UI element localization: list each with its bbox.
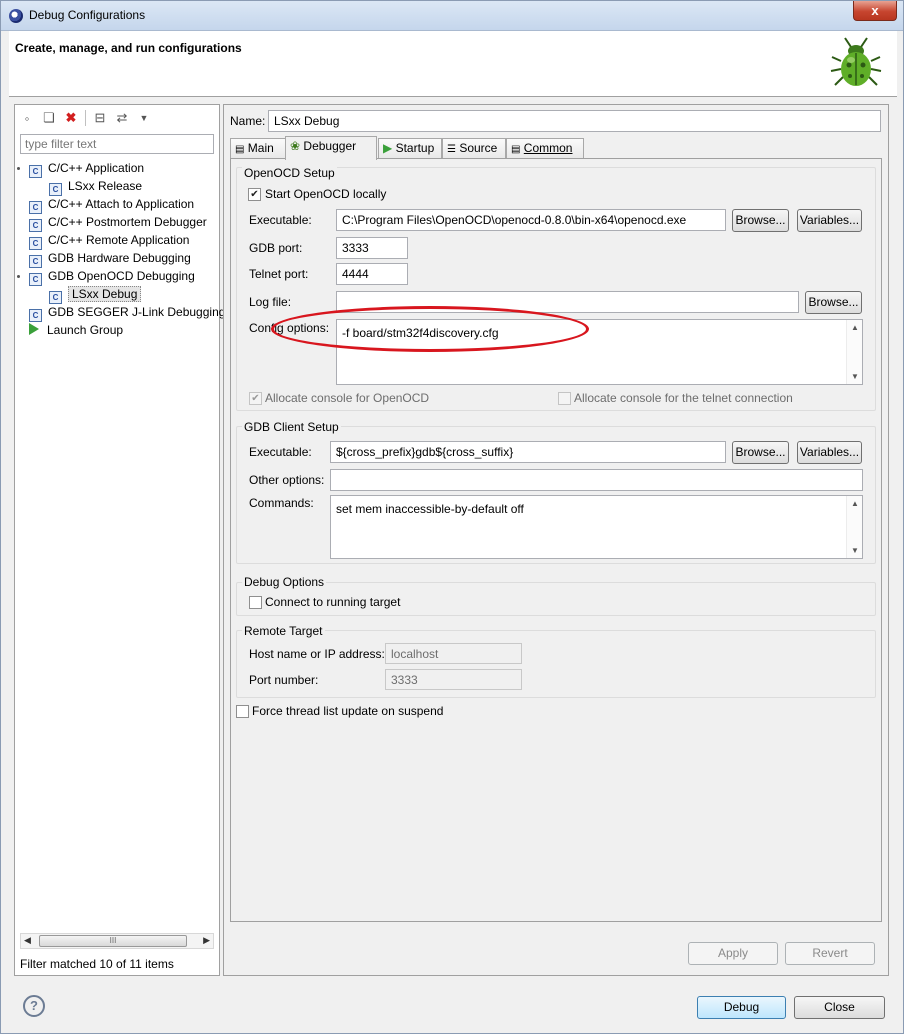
configurations-pane: ◦ ❏ ✖ ⊟ ⇄ ▼ type filter text C C/C++ Appl… (14, 104, 225, 976)
tree-item[interactable]: C GDB OpenOCD Debugging (15, 267, 219, 286)
tree-item[interactable]: C C/C++ Postmortem Debugger (15, 213, 219, 232)
tab-common[interactable]: ▤ Common (506, 138, 584, 159)
tree-item[interactable]: C GDB Hardware Debugging (15, 249, 219, 268)
gdb-variables-button[interactable]: Variables... (797, 441, 862, 464)
delete-icon[interactable]: ✖ (63, 110, 79, 126)
debug-options-title: Debug Options (242, 575, 327, 589)
scroll-left-arrow-icon[interactable]: ◀ (24, 935, 31, 946)
help-icon[interactable]: ? (23, 995, 45, 1017)
revert-button[interactable]: Revert (785, 942, 875, 965)
tab-debugger[interactable]: ❀ Debugger (285, 136, 377, 160)
allocate-console-checkbox[interactable]: ✔ (249, 392, 262, 405)
filter-status: Filter matched 10 of 11 items (20, 957, 174, 971)
filter-input[interactable]: type filter text (20, 134, 214, 154)
view-menu-chevron-down-icon[interactable]: ▼ (136, 110, 152, 126)
debug-configurations-window: Debug Configurations x Create, manage, a… (0, 0, 904, 1034)
scroll-right-arrow-icon[interactable]: ▶ (203, 935, 210, 946)
gdb-executable-input[interactable]: ${cross_prefix}gdb${cross_suffix} (330, 441, 726, 463)
openocd-browse-button[interactable]: Browse... (732, 209, 789, 232)
window-title: Debug Configurations (29, 8, 146, 22)
scroll-up-icon[interactable]: ▲ (851, 323, 859, 332)
eclipse-icon (9, 9, 23, 23)
start-openocd-label: Start OpenOCD locally (265, 187, 387, 201)
debug-button[interactable]: Debug (697, 996, 786, 1019)
tab-main[interactable]: ▤ Main (230, 138, 286, 159)
tree-item[interactable]: C C/C++ Attach to Application (15, 195, 219, 214)
remote-port-label: Port number: (249, 673, 319, 687)
openocd-executable-label: Executable: (249, 213, 312, 227)
configuration-editor: Name: LSxx Debug ▤ Main ❀ Debugger ▶ Sta… (223, 104, 889, 976)
horizontal-scrollbar[interactable]: ◀ III ▶ (20, 933, 214, 949)
commands-textarea[interactable]: set mem inaccessible-by-default off ▲ ▼ (330, 495, 863, 559)
allocate-telnet-label: Allocate console for the telnet connecti… (574, 391, 793, 405)
remote-port-input[interactable]: 3333 (385, 669, 522, 690)
gdb-port-input[interactable]: 3333 (336, 237, 408, 259)
host-label: Host name or IP address: (249, 647, 385, 661)
startup-tab-icon: ▶ (383, 141, 393, 155)
filter-icon[interactable]: ⇄ (114, 110, 130, 126)
configuration-tree: C C/C++ Application C LSxx Release C C/C++ … (15, 159, 225, 339)
openocd-variables-button[interactable]: Variables... (797, 209, 862, 232)
force-thread-label: Force thread list update on suspend (252, 704, 444, 718)
gdb-browse-button[interactable]: Browse... (732, 441, 789, 464)
commands-text: set mem inaccessible-by-default off (336, 502, 524, 516)
commands-scrollbar[interactable]: ▲ ▼ (846, 496, 862, 558)
force-thread-checkbox[interactable] (236, 705, 249, 718)
allocate-console-label: Allocate console for OpenOCD (265, 391, 430, 405)
scroll-up-icon[interactable]: ▲ (851, 499, 859, 508)
allocate-telnet-checkbox[interactable] (558, 392, 571, 405)
close-button[interactable]: Close (794, 996, 885, 1019)
openocd-setup-title: OpenOCD Setup (242, 166, 337, 180)
gdb-executable-label: Executable: (249, 445, 312, 459)
bug-icon (830, 37, 882, 86)
connect-running-target-checkbox[interactable] (249, 596, 262, 609)
remote-target-group (236, 630, 876, 698)
tree-item[interactable]: C GDB SEGGER J-Link Debugging (15, 303, 225, 322)
host-input[interactable]: localhost (385, 643, 522, 664)
gdb-port-label: GDB port: (249, 241, 303, 255)
scroll-down-icon[interactable]: ▼ (851, 372, 859, 381)
duplicate-icon[interactable]: ❏ (41, 110, 57, 126)
tree-item[interactable]: C C/C++ Remote Application (15, 231, 219, 250)
gdb-client-title: GDB Client Setup (242, 420, 341, 434)
debugger-tab-body: OpenOCD Setup ✔ Start OpenOCD locally Ex… (230, 158, 882, 922)
name-label: Name: (230, 114, 266, 128)
connect-running-target-label: Connect to running target (265, 595, 401, 609)
scroll-thumb[interactable]: III (39, 935, 187, 947)
other-options-label: Other options: (249, 473, 325, 487)
telnet-port-input[interactable]: 4444 (336, 263, 408, 285)
dialog-header: Create, manage, and run configurations (9, 31, 897, 97)
tree-item-selected[interactable]: C LSxx Debug (15, 285, 219, 304)
remote-target-title: Remote Target (242, 624, 325, 638)
debugger-tab-icon: ❀ (290, 139, 301, 153)
tree-item[interactable]: Launch Group (15, 321, 219, 339)
commands-label: Commands: (249, 496, 314, 510)
collapse-all-icon[interactable]: ⊟ (92, 110, 108, 126)
start-openocd-checkbox[interactable]: ✔ (248, 188, 261, 201)
source-tab-icon: ☰ (447, 144, 456, 155)
name-input[interactable]: LSxx Debug (268, 110, 881, 132)
window-close-button[interactable]: x (853, 1, 897, 21)
tree-item[interactable]: C LSxx Release (15, 177, 219, 196)
other-options-input[interactable] (330, 469, 863, 491)
common-tab-icon: ▤ (511, 144, 521, 155)
red-annotation-oval (271, 306, 589, 352)
config-options-scrollbar[interactable]: ▲ ▼ (846, 320, 862, 384)
openocd-executable-input[interactable]: C:\Program Files\OpenOCD\openocd-0.8.0\b… (336, 209, 726, 231)
launch-group-icon (29, 323, 39, 335)
title-bar: Debug Configurations x (1, 1, 903, 31)
main-tab-icon: ▤ (235, 144, 245, 155)
toolbar-separator (85, 110, 86, 126)
scroll-down-icon[interactable]: ▼ (851, 546, 859, 555)
log-file-browse-button[interactable]: Browse... (805, 291, 862, 314)
tab-source[interactable]: ☰ Source (442, 138, 506, 159)
new-configuration-icon[interactable]: ◦ (19, 110, 35, 126)
apply-button[interactable]: Apply (688, 942, 778, 965)
left-toolbar: ◦ ❏ ✖ ⊟ ⇄ ▼ (19, 107, 152, 129)
tree-item[interactable]: C C/C++ Application (15, 159, 219, 178)
header-title: Create, manage, and run configurations (15, 41, 242, 55)
telnet-port-label: Telnet port: (249, 267, 309, 281)
tab-startup[interactable]: ▶ Startup (378, 138, 442, 159)
log-file-label: Log file: (249, 295, 292, 309)
